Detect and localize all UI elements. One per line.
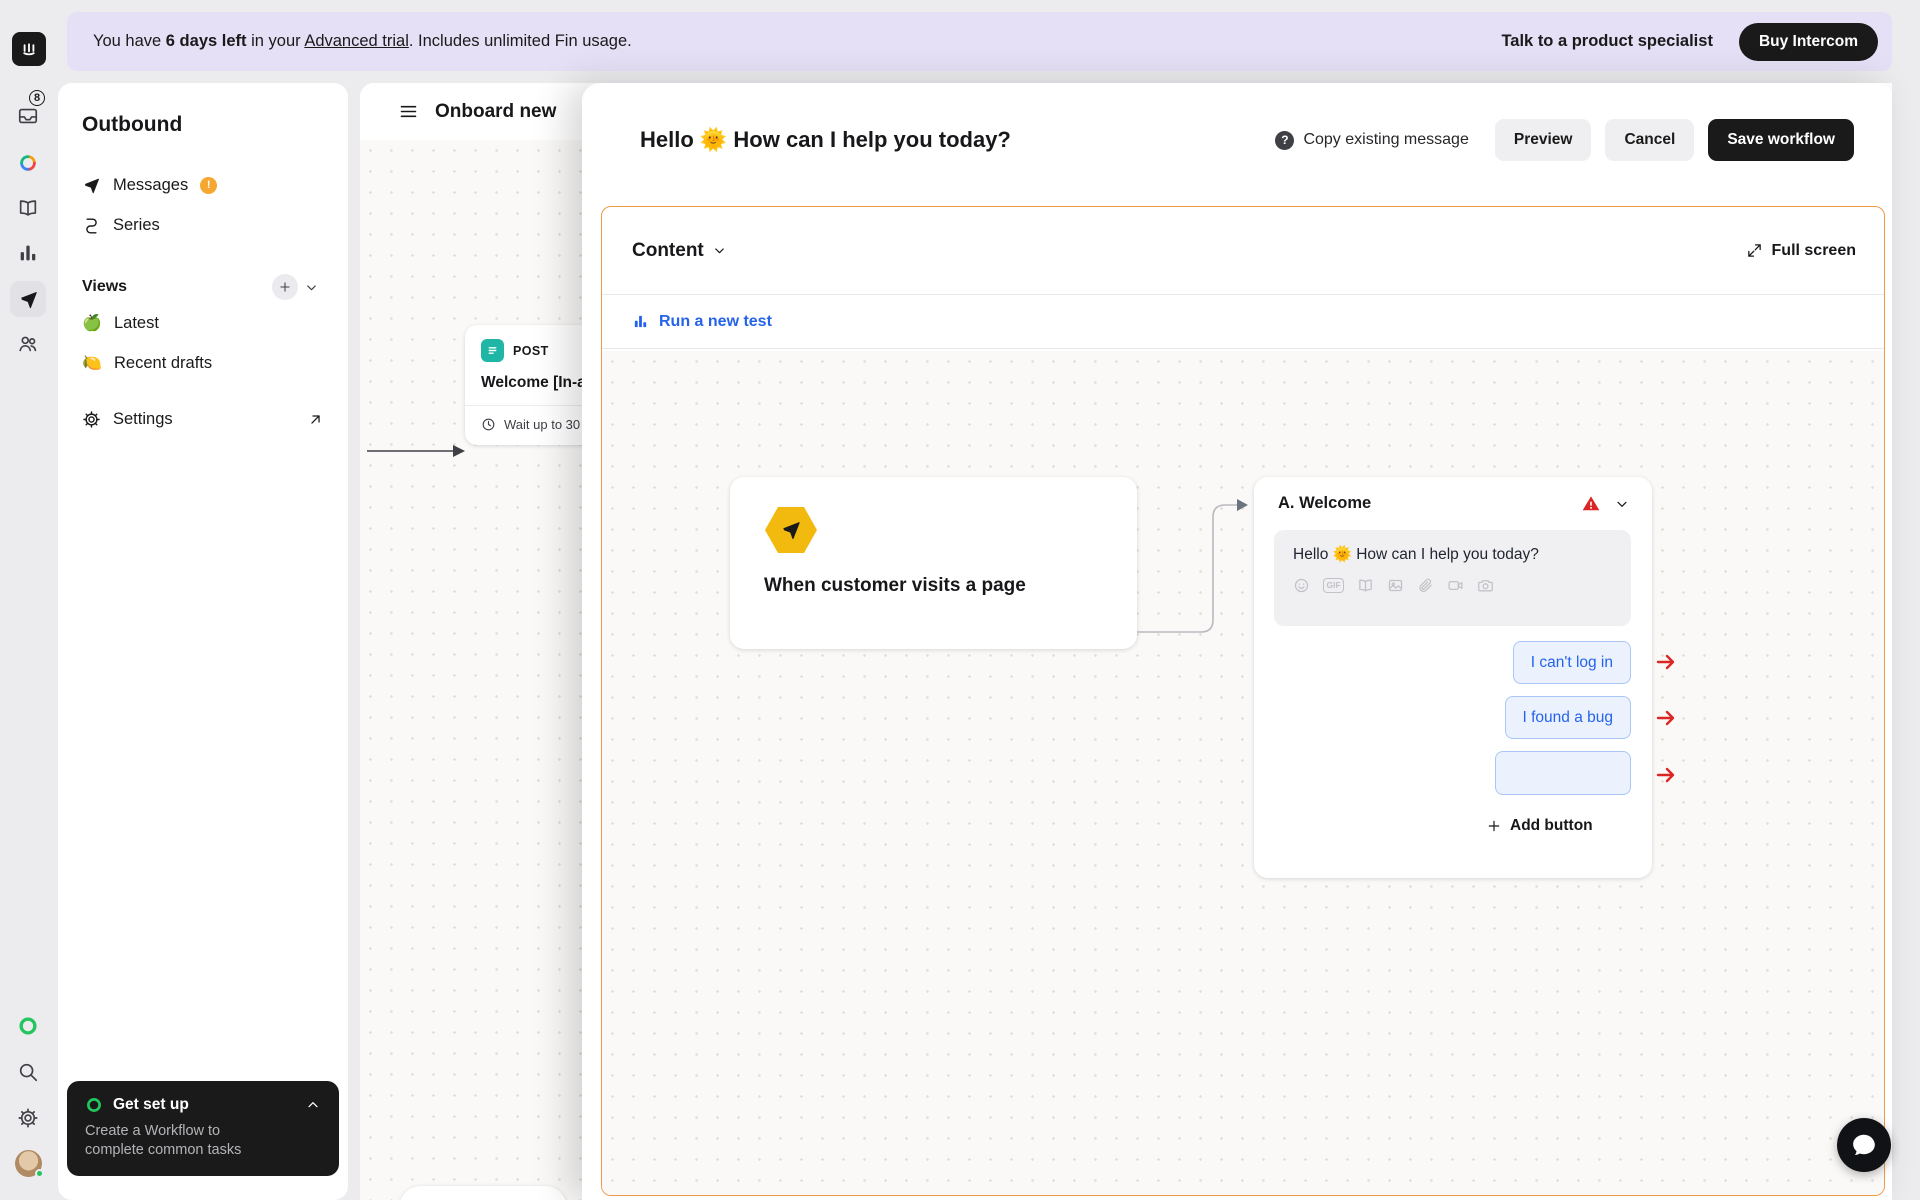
warning-icon	[1582, 496, 1600, 511]
flow-connector-icon	[1137, 499, 1248, 633]
series-label: Series	[113, 215, 160, 234]
message-bubble[interactable]: Hello 🌞 How can I help you today? GIF	[1274, 530, 1631, 626]
camera-icon[interactable]	[1477, 577, 1494, 594]
message-name: A. Welcome	[1278, 494, 1372, 512]
menu-icon[interactable]	[398, 101, 419, 122]
views-chevron-down-icon[interactable]	[298, 274, 324, 300]
trigger-card[interactable]: When customer visits a page	[730, 477, 1137, 649]
run-new-test-link[interactable]: Run a new test	[602, 295, 1884, 349]
node-type-label: POST	[513, 343, 549, 358]
fin-ai-icon[interactable]	[10, 145, 46, 181]
post-node-icon	[481, 339, 504, 362]
setup-description: Create a Workflow to complete common tas…	[85, 1122, 242, 1159]
welcome-card-header[interactable]: A. Welcome	[1254, 477, 1652, 513]
copy-existing-message-link[interactable]: ? Copy existing message	[1275, 130, 1469, 150]
sidebar-title: Outbound	[82, 113, 183, 136]
message-text: Hello 🌞 How can I help you today?	[1293, 546, 1539, 563]
preview-button[interactable]: Preview	[1494, 119, 1592, 161]
knowledge-icon[interactable]	[10, 190, 46, 226]
node-wait-label: Wait up to 30	[504, 417, 581, 432]
message-flow-canvas[interactable]: When customer visits a page A. Welcome H…	[602, 351, 1884, 1195]
get-set-up-card[interactable]: Get set up Create a Workflow to complete…	[67, 1080, 339, 1176]
chevron-down-icon	[714, 248, 724, 254]
intercom-messenger-launcher[interactable]	[1837, 1118, 1891, 1172]
edge-arrow-icon	[367, 445, 465, 457]
clock-icon	[482, 418, 495, 431]
inbox-icon[interactable]	[10, 98, 46, 134]
view-item-recent-drafts[interactable]: 🍋 Recent drafts	[82, 343, 324, 383]
views-title: Views	[82, 278, 128, 295]
contacts-icon[interactable]	[10, 326, 46, 362]
reports-icon[interactable]	[10, 235, 46, 271]
reply-button-found-a-bug[interactable]: I found a bug	[1504, 696, 1631, 739]
add-button[interactable]: Add button	[1486, 817, 1593, 835]
cancel-button[interactable]: Cancel	[1605, 119, 1695, 161]
recent-drafts-emoji-icon: 🍋	[82, 355, 102, 372]
send-icon	[783, 522, 800, 540]
test-chart-icon	[634, 315, 647, 328]
messages-label: Messages	[113, 175, 189, 194]
gif-icon[interactable]: GIF	[1323, 578, 1345, 593]
online-status-dot	[35, 1169, 44, 1178]
chevron-down-icon[interactable]	[1614, 496, 1630, 512]
content-section: Content Full screen Run a new test When …	[601, 206, 1885, 1196]
latest-emoji-icon: 🍏	[82, 315, 102, 332]
search-icon[interactable]	[10, 1054, 46, 1090]
setup-progress-icon[interactable]	[10, 1008, 46, 1044]
emoji-icon[interactable]	[1293, 577, 1310, 594]
trigger-hexagon-icon	[764, 505, 818, 555]
external-link-icon	[311, 414, 320, 424]
article-icon[interactable]	[1357, 577, 1374, 594]
outbound-icon[interactable]	[10, 281, 46, 317]
chevron-up-icon[interactable]	[305, 1097, 321, 1113]
buy-intercom-button[interactable]: Buy Intercom	[1738, 22, 1878, 61]
help-icon: ?	[1275, 130, 1295, 150]
composer-toolbar: GIF	[1293, 577, 1612, 594]
outbound-sidebar: Outbound Messages ! Series Views 🍏 Lates…	[58, 83, 348, 1200]
chat-bubble-icon	[1853, 1134, 1875, 1155]
recent-drafts-label: Recent drafts	[114, 353, 213, 372]
sidebar-item-series[interactable]: Series	[82, 205, 324, 245]
workflow-title: Onboard new	[435, 100, 557, 122]
welcome-message-card[interactable]: A. Welcome Hello 🌞 How can I help you to…	[1254, 477, 1675, 878]
messages-warning-badge: !	[200, 176, 218, 194]
intercom-logo-icon[interactable]	[12, 32, 46, 66]
plus-icon	[1488, 820, 1500, 832]
views-header: Views	[82, 271, 324, 303]
message-editor-modal: Hello 🌞 How can I help you today? ? Copy…	[582, 83, 1892, 1200]
branch-arrow-icon[interactable]	[1655, 652, 1681, 672]
settings-label: Settings	[113, 409, 173, 428]
talk-to-specialist-link[interactable]: Talk to a product specialist	[1501, 32, 1713, 51]
setup-title: Get set up	[113, 1095, 189, 1113]
save-workflow-button[interactable]: Save workflow	[1708, 119, 1854, 161]
attachment-icon[interactable]	[1417, 577, 1434, 594]
add-view-button[interactable]	[272, 274, 298, 300]
sidebar-item-messages[interactable]: Messages !	[82, 165, 324, 205]
view-item-latest[interactable]: 🍏 Latest	[82, 303, 324, 343]
settings-gear-icon[interactable]	[10, 1100, 46, 1136]
editor-title: Hello 🌞 How can I help you today?	[640, 127, 1011, 152]
branch-arrow-icon[interactable]	[1655, 708, 1681, 728]
image-icon[interactable]	[1387, 577, 1404, 594]
app-root: You have 6 days left in your Advanced tr…	[0, 0, 1920, 1200]
setup-ring-icon	[87, 1097, 101, 1112]
canvas-zoom-toolbar: 84%	[399, 1186, 568, 1200]
trigger-title: When customer visits a page	[764, 575, 1026, 596]
video-icon[interactable]	[1447, 577, 1464, 594]
latest-label: Latest	[114, 313, 159, 332]
trial-banner-text: You have 6 days left in your Advanced tr…	[93, 32, 632, 50]
full-screen-button[interactable]: Full screen	[1746, 242, 1856, 260]
branch-arrow-icon[interactable]	[1655, 765, 1681, 785]
user-avatar[interactable]	[15, 1150, 44, 1178]
content-section-toggle[interactable]: Content	[632, 240, 727, 262]
reply-button-empty[interactable]	[1495, 751, 1631, 795]
trial-banner: You have 6 days left in your Advanced tr…	[67, 12, 1892, 71]
expand-icon	[1747, 244, 1761, 257]
advanced-trial-link[interactable]: Advanced trial	[304, 32, 409, 50]
sidebar-item-settings[interactable]: Settings	[82, 399, 324, 439]
reply-button-cant-log-in[interactable]: I can't log in	[1512, 641, 1631, 684]
